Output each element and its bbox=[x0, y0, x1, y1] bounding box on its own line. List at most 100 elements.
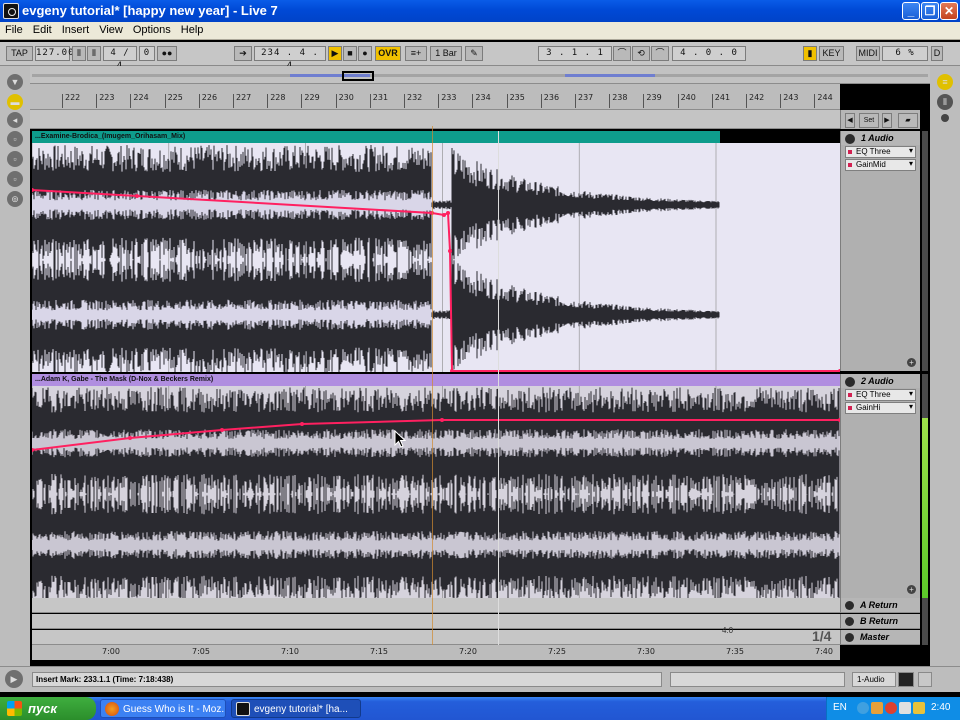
bluetooth-icon[interactable] bbox=[857, 702, 869, 714]
menu-file[interactable]: File bbox=[0, 22, 28, 38]
track1-waveform[interactable] bbox=[32, 143, 840, 372]
menu-view[interactable]: View bbox=[94, 22, 128, 38]
ruler-bar-label: 230 bbox=[338, 93, 354, 102]
left-selector-strip: ▼ ▬ ◂ ▫ ▫ ▫ ⊚ ▶ bbox=[0, 66, 30, 685]
metronome-field[interactable]: 0 bbox=[139, 46, 155, 61]
track2-fold-icon[interactable] bbox=[845, 376, 855, 387]
live-devices-icon[interactable]: ▬ bbox=[7, 94, 23, 110]
automation-breakpoint[interactable] bbox=[135, 194, 139, 198]
automation-breakpoint[interactable] bbox=[448, 249, 452, 253]
automation-breakpoint[interactable] bbox=[440, 418, 444, 422]
track2-parameter-chooser[interactable]: GainHi bbox=[845, 402, 916, 414]
punch-out-icon[interactable]: ⌒ bbox=[651, 46, 669, 61]
return-b-header[interactable]: B Return bbox=[840, 614, 920, 629]
quantize-select[interactable]: 1 Bar bbox=[430, 46, 462, 61]
loop-switch-icon[interactable]: ⟲ bbox=[632, 46, 650, 61]
return-b-fold-icon[interactable] bbox=[845, 617, 854, 627]
arrangement-view-icon[interactable]: ⦀ bbox=[937, 94, 953, 110]
stop-icon[interactable]: ■ bbox=[343, 46, 357, 61]
track1-parameter-chooser[interactable]: GainMid bbox=[845, 159, 916, 171]
browser-toggle-icon[interactable]: ▼ bbox=[7, 74, 23, 90]
return-a-fold-icon[interactable] bbox=[845, 601, 854, 611]
previous-locator-icon[interactable]: ◀ bbox=[845, 113, 855, 128]
overview-toggle-icon[interactable] bbox=[941, 114, 949, 122]
locator-menu-icon[interactable]: ▰ bbox=[898, 113, 918, 128]
taskbar-task-firefox[interactable]: Guess Who is It - Moz... bbox=[100, 699, 226, 718]
automation-breakpoint[interactable] bbox=[300, 422, 304, 426]
status-field bbox=[670, 672, 845, 687]
volume-icon[interactable] bbox=[913, 702, 925, 714]
menu-edit[interactable]: Edit bbox=[28, 22, 57, 38]
loop-start-field[interactable]: 3 . 1 . 1 bbox=[538, 46, 612, 61]
network-icon[interactable] bbox=[899, 702, 911, 714]
next-locator-icon[interactable]: ▶ bbox=[882, 113, 892, 128]
follow-arrow-icon[interactable]: ➔ bbox=[234, 46, 252, 61]
track1-name[interactable]: 1 Audio bbox=[861, 133, 894, 143]
master-header[interactable]: Master bbox=[840, 630, 920, 645]
security-icon[interactable] bbox=[885, 702, 897, 714]
minimize-button[interactable]: _ bbox=[902, 2, 920, 20]
nudge-up-icon[interactable]: ⦀ bbox=[87, 46, 101, 61]
automation-breakpoint[interactable] bbox=[128, 436, 132, 440]
metronome-icon[interactable]: ●● bbox=[157, 46, 177, 61]
live-app-icon[interactable] bbox=[3, 3, 19, 19]
automation-breakpoint[interactable] bbox=[442, 213, 446, 217]
start-button[interactable]: пуск bbox=[0, 697, 96, 720]
overview-view-box[interactable] bbox=[342, 71, 374, 81]
ruler-tick bbox=[335, 94, 337, 108]
overdub-button[interactable]: OVR bbox=[375, 46, 401, 61]
arrangement-overview[interactable] bbox=[30, 66, 930, 84]
beat-time-ruler[interactable]: 222 223 224 225 226 227 228 229 230 231 232 233 234 2… bbox=[30, 84, 840, 110]
nudge-down-icon[interactable]: ⦀ bbox=[72, 46, 86, 61]
taskbar-task-live[interactable]: evgeny tutorial* [ha... bbox=[231, 699, 361, 718]
maximize-button[interactable]: ❐ bbox=[921, 2, 939, 20]
menu-options[interactable]: Options bbox=[128, 22, 176, 38]
expand-browser-icon[interactable]: ▶ bbox=[5, 670, 23, 688]
time-signature-field[interactable]: 4 / 4 bbox=[103, 46, 137, 71]
file-browser-3-icon[interactable]: ▫ bbox=[7, 171, 23, 187]
key-map-indicator-icon[interactable]: ▮ bbox=[803, 46, 817, 61]
track2-device-chooser[interactable]: EQ Three bbox=[845, 389, 916, 401]
loop-bar-strip[interactable] bbox=[30, 110, 840, 129]
menu-help[interactable]: Help bbox=[176, 22, 209, 38]
file-browser-1-icon[interactable]: ▫ bbox=[7, 131, 23, 147]
master-lane[interactable] bbox=[32, 630, 840, 645]
set-locator-button[interactable]: Set bbox=[859, 113, 879, 128]
key-map-button[interactable]: KEY bbox=[819, 46, 844, 61]
draw-mode-pencil-icon[interactable]: ✎ bbox=[465, 46, 483, 61]
track1-clip-title[interactable]: ...Examine-Brodica_(Imugem_Orihasam_Mix) bbox=[32, 131, 720, 143]
detail-view-toggle-icon[interactable] bbox=[898, 672, 914, 687]
loop-length-field[interactable]: 4 . 0 . 0 bbox=[672, 46, 746, 61]
punch-in-icon[interactable]: ⌒ bbox=[613, 46, 631, 61]
track2-name[interactable]: 2 Audio bbox=[861, 376, 894, 386]
automation-breakpoint[interactable] bbox=[446, 211, 450, 215]
track1-add-lane-icon[interactable]: + bbox=[907, 358, 916, 367]
detail-view-switch-icon[interactable] bbox=[918, 672, 932, 687]
info-view-icon[interactable]: ⊚ bbox=[7, 191, 23, 207]
menu-insert[interactable]: Insert bbox=[57, 22, 95, 38]
quantize-menu-icon[interactable]: ≡+ bbox=[405, 46, 427, 61]
track1-device-chooser[interactable]: EQ Three bbox=[845, 146, 916, 158]
track2-waveform[interactable] bbox=[32, 386, 840, 598]
tap-tempo-button[interactable]: TAP bbox=[6, 46, 33, 61]
master-fold-icon[interactable] bbox=[845, 633, 854, 643]
track2-clip-title[interactable]: ...Adam K, Gabe - The Mask (D-Nox & Beck… bbox=[32, 374, 840, 386]
return-b-lane[interactable] bbox=[32, 614, 840, 629]
tempo-field[interactable]: 127.00 bbox=[35, 46, 74, 61]
session-view-icon[interactable]: ≡ bbox=[937, 74, 953, 90]
language-indicator[interactable]: EN bbox=[833, 702, 847, 713]
record-icon[interactable]: ● bbox=[358, 46, 372, 61]
return-a-header[interactable]: A Return bbox=[840, 598, 920, 613]
plugin-devices-icon[interactable]: ◂ bbox=[7, 112, 23, 128]
file-browser-2-icon[interactable]: ▫ bbox=[7, 151, 23, 167]
track1-fold-icon[interactable] bbox=[845, 133, 855, 144]
return-a-lane[interactable] bbox=[32, 598, 840, 613]
play-icon[interactable]: ▶ bbox=[328, 46, 342, 61]
arrangement-position-field[interactable]: 234 . 4 . 4 bbox=[254, 46, 326, 71]
track2-add-lane-icon[interactable]: + bbox=[907, 585, 916, 594]
midi-map-button[interactable]: MIDI bbox=[856, 46, 880, 61]
close-button[interactable]: ✕ bbox=[940, 2, 958, 20]
automation-breakpoint[interactable] bbox=[220, 428, 224, 432]
tray-app-icon[interactable] bbox=[871, 702, 883, 714]
time-ruler[interactable]: 7:00 7:05 7:10 7:15 7:20 7:25 7:30 7:35 7:40 bbox=[32, 645, 840, 660]
